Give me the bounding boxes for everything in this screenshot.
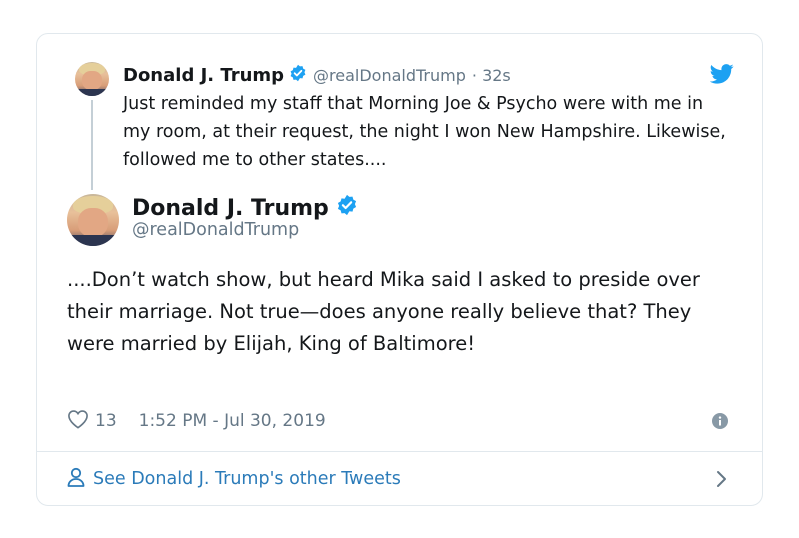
heart-icon[interactable] [67, 409, 89, 434]
quoted-author-name[interactable]: Donald J. Trump [123, 65, 284, 86]
card-divider [37, 451, 762, 452]
twitter-bird-icon[interactable] [709, 64, 734, 84]
tweet-timestamp[interactable]: 1:52 PM - Jul 30, 2019 [139, 411, 326, 431]
main-author-name[interactable]: Donald J. Trump [132, 196, 329, 221]
like-count[interactable]: 13 [95, 411, 117, 431]
chevron-right-icon[interactable] [716, 470, 728, 488]
quoted-tweet-text: Just reminded my staff that Morning Joe … [123, 94, 726, 170]
thread-connector-line [91, 100, 93, 190]
info-icon[interactable] [712, 413, 728, 429]
main-author-avatar[interactable] [67, 194, 119, 246]
quoted-author-handle[interactable]: @realDonaldTrump [313, 66, 466, 85]
see-other-tweets-link[interactable]: See Donald J. Trump's other Tweets [67, 466, 401, 492]
verified-badge-icon [289, 64, 307, 86]
main-tweet-text: ....Don’t watch show, but heard Mika sai… [67, 268, 700, 355]
verified-badge-icon [336, 194, 358, 222]
quoted-tweet-header: Donald J. Trump @realDonaldTrump · 32s [123, 63, 511, 87]
main-author-handle[interactable]: @realDonaldTrump [132, 220, 299, 240]
main-author-name-row[interactable]: Donald J. Trump [132, 194, 358, 222]
user-icon [67, 467, 85, 492]
quoted-author-avatar[interactable] [75, 62, 109, 96]
tweet-meta-row: 13 1:52 PM - Jul 30, 2019 [67, 409, 326, 433]
quoted-tweet-time[interactable]: · 32s [472, 66, 511, 85]
embedded-tweet-card: Donald J. Trump @realDonaldTrump · 32s J… [36, 33, 763, 506]
see-other-tweets-label[interactable]: See Donald J. Trump's other Tweets [93, 469, 401, 489]
